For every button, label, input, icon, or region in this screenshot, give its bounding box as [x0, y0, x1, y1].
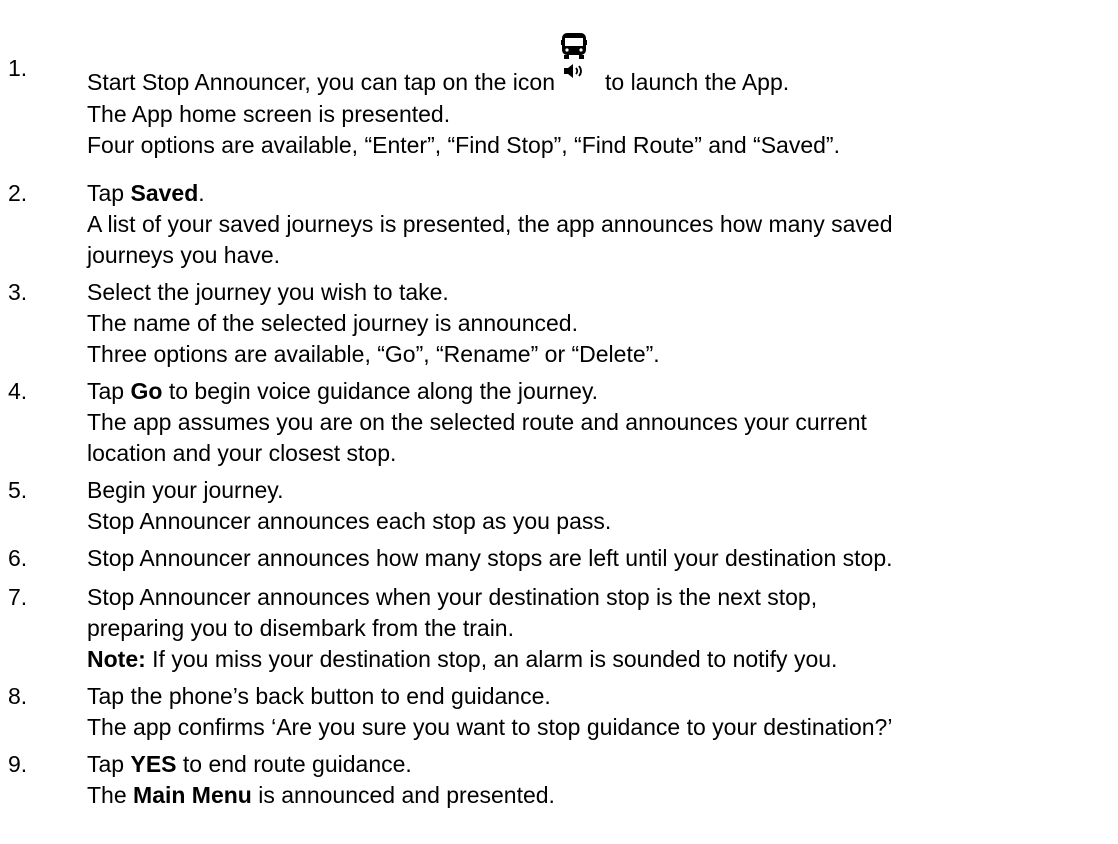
step-text: Tap [87, 180, 131, 206]
step-line: Stop Announcer announces how many stops … [87, 545, 893, 571]
step-body: Start Stop Announcer, you can tap on the… [87, 33, 1115, 161]
step-number: 5. [8, 477, 28, 503]
step-line: The App home screen is presented. [87, 101, 451, 127]
step-line: The Main Menu is announced and presented… [87, 780, 1115, 811]
step-text: Tap [87, 751, 131, 777]
step-line: Note: If you miss your destination stop,… [87, 644, 1115, 675]
step-text: to launch the App. [605, 69, 790, 95]
step-number: 8. [8, 683, 28, 709]
step-body: Tap Saved. A list of your saved journeys… [87, 178, 1115, 271]
step-text: Tap [87, 378, 131, 404]
step-number: 3. [8, 279, 28, 305]
step-line: The name of the selected journey is anno… [87, 310, 578, 336]
step-line: Select the journey you wish to take. [87, 279, 449, 305]
bold-term: Saved [130, 180, 199, 206]
step-body: Tap Go to begin voice guidance along the… [87, 376, 1115, 469]
bold-term: Note: [87, 646, 146, 672]
step-text: If you miss your destination stop, an al… [145, 646, 838, 672]
step-number: 6. [8, 545, 28, 571]
step-number: 1. [8, 55, 28, 81]
bold-term: YES [130, 751, 177, 777]
step-number: 9. [8, 751, 28, 777]
bus-speaker-icon [559, 33, 589, 99]
step-line: Stop Announcer announces each stop as yo… [87, 508, 612, 534]
step-line: A list of your saved journeys is present… [87, 211, 893, 237]
step-text: The [87, 782, 134, 808]
step-number: 7. [8, 584, 28, 610]
step-line: The app confirms ‘Are you sure you want … [87, 714, 893, 740]
step-number: 2. [8, 180, 28, 206]
step-line: Start Stop Announcer, you can tap on the… [87, 33, 1115, 99]
step-text: to begin voice guidance along the journe… [162, 378, 599, 404]
step-line: Tap Go to begin voice guidance along the… [87, 376, 1115, 407]
step-body: Tap YES to end route guidance. The Main … [87, 749, 1115, 811]
step-body: Stop Announcer announces how many stops … [87, 543, 1115, 574]
step-line: location and your closest stop. [87, 440, 397, 466]
step-text: to end route guidance. [176, 751, 412, 777]
step-line: The app assumes you are on the selected … [87, 409, 867, 435]
step-number: 4. [8, 378, 28, 404]
step-line: journeys you have. [87, 242, 281, 268]
step-body: Tap the phone’s back button to end guida… [87, 681, 1115, 743]
bold-term: Go [130, 378, 163, 404]
step-text: Start Stop Announcer, you can tap on the… [87, 69, 555, 95]
step-line: Three options are available, “Go”, “Rena… [87, 341, 660, 367]
step-body: Stop Announcer announces when your desti… [87, 582, 1115, 675]
step-text: . [198, 180, 205, 206]
bold-term: Main Menu [133, 782, 252, 808]
step-body: Begin your journey. Stop Announcer annou… [87, 475, 1115, 537]
step-line: Tap YES to end route guidance. [87, 749, 1115, 780]
step-line: Stop Announcer announces when your desti… [87, 584, 818, 610]
step-line: preparing you to disembark from the trai… [87, 615, 514, 641]
step-line: Tap the phone’s back button to end guida… [87, 683, 551, 709]
step-text: is announced and presented. [251, 782, 555, 808]
step-line: Begin your journey. [87, 477, 284, 503]
step-body: Select the journey you wish to take. The… [87, 277, 1115, 370]
step-line: Tap Saved. [87, 178, 1115, 209]
step-line: Four options are available, “Enter”, “Fi… [87, 132, 840, 158]
